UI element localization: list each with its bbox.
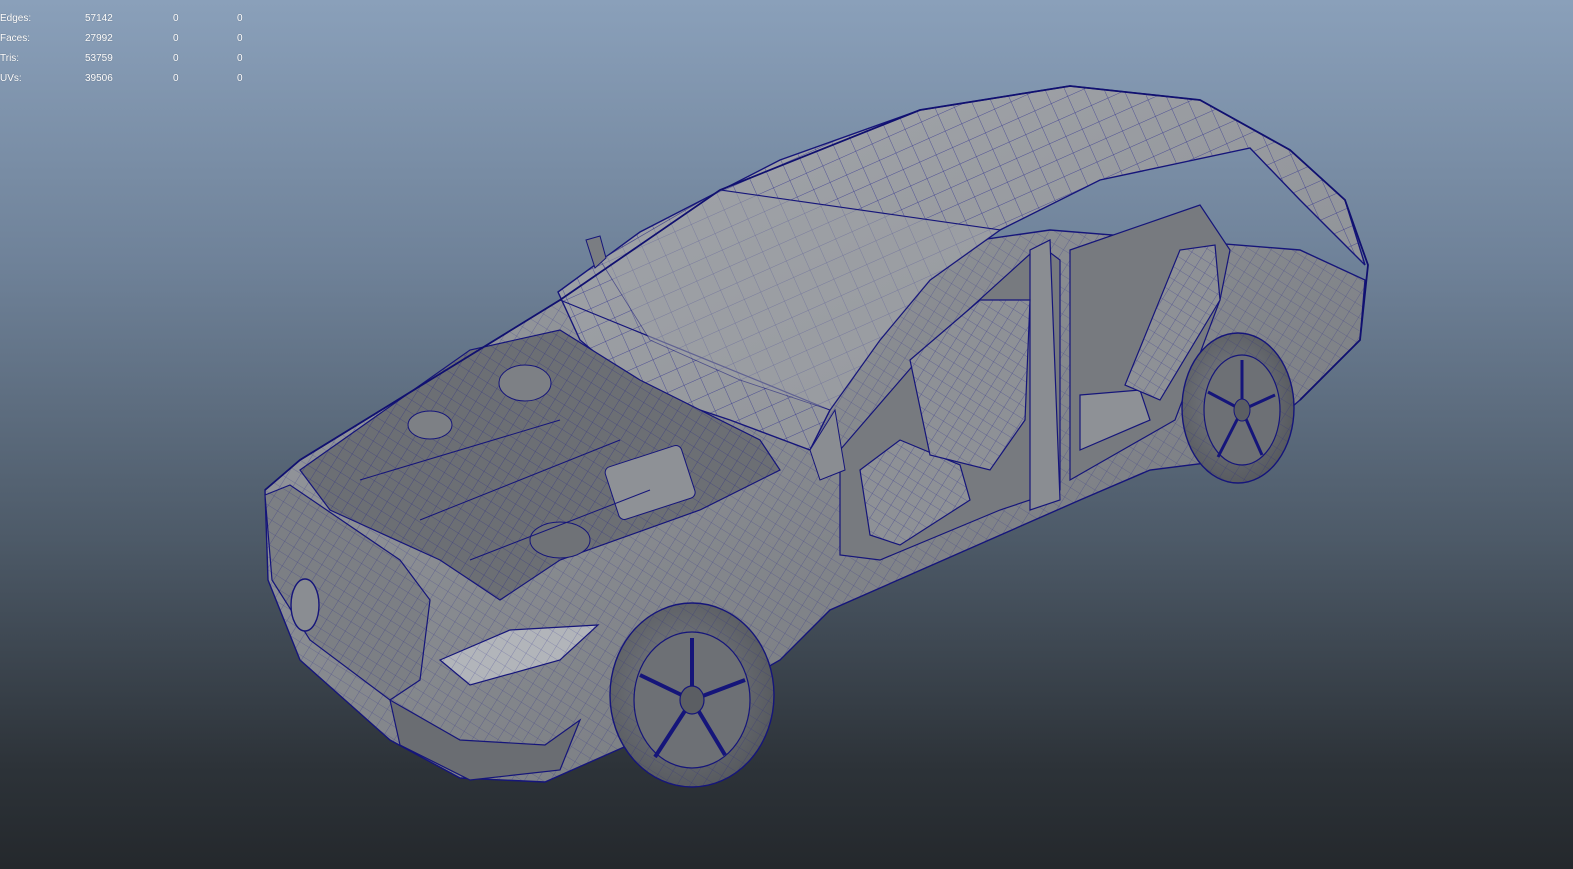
badge-icon: [290, 578, 320, 632]
rear-wheel: [1181, 332, 1295, 484]
car-wireframe-model[interactable]: [0, 0, 1573, 869]
front-wheel: [609, 602, 775, 788]
3d-viewport[interactable]: Edges: 57142 0 0 Faces: 27992 0 0 Tris: …: [0, 0, 1573, 869]
